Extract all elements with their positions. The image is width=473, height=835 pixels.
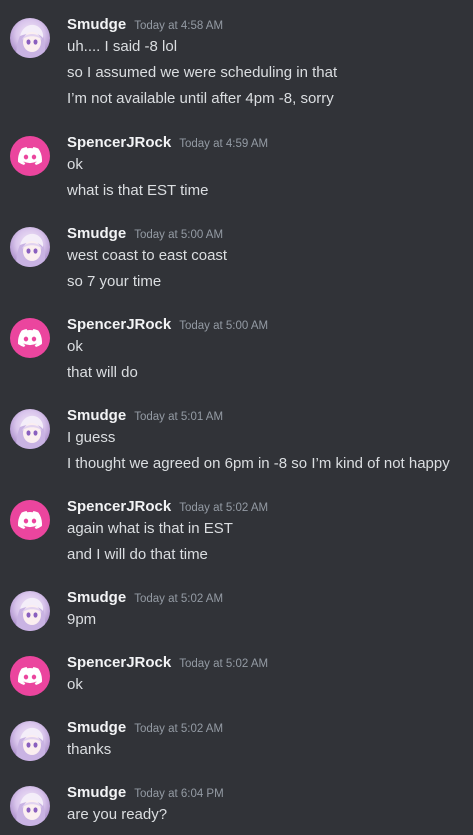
message-text: ok [67,156,83,173]
discord-logo-icon [18,511,42,529]
message-header: Smudge Today at 5:02 AM [67,589,223,609]
author-name[interactable]: Smudge [67,589,126,606]
author-name[interactable]: Smudge [67,407,126,424]
message-header: SpencerJRock Today at 4:59 AM [67,134,268,154]
timestamp[interactable]: Today at 5:01 AM [134,411,223,423]
message-text: that will do [67,364,138,381]
author-name[interactable]: SpencerJRock [67,134,171,151]
author-name[interactable]: SpencerJRock [67,498,171,515]
message-text: 9pm [67,611,97,628]
timestamp[interactable]: Today at 5:00 AM [134,229,223,241]
timestamp[interactable]: Today at 5:02 AM [134,723,223,735]
discord-logo-icon [18,667,42,685]
author-name[interactable]: SpencerJRock [67,654,171,671]
user-avatar[interactable] [10,409,50,449]
anime-avatar-icon [16,415,46,449]
message-text: thanks [67,741,112,758]
message-text: I thought we agreed on 6pm in -8 so I’m … [67,455,450,472]
timestamp[interactable]: Today at 5:02 AM [134,593,223,605]
user-avatar[interactable] [10,227,50,267]
user-avatar[interactable] [10,500,50,540]
user-avatar[interactable] [10,656,50,696]
author-name[interactable]: Smudge [67,719,126,736]
user-avatar[interactable] [10,136,50,176]
message-text: uh.... I said -8 lol [67,38,178,55]
anime-avatar-icon [16,24,46,58]
timestamp[interactable]: Today at 6:04 PM [134,788,224,800]
timestamp[interactable]: Today at 5:00 AM [179,320,268,332]
discord-logo-icon [18,147,42,165]
message-text: so I assumed we were scheduling in that [67,64,338,81]
message-header: SpencerJRock Today at 5:02 AM [67,654,268,674]
timestamp[interactable]: Today at 4:58 AM [134,20,223,32]
message-header: Smudge Today at 5:01 AM [67,407,223,427]
message-text: ok [67,338,83,355]
message-header: Smudge Today at 5:00 AM [67,225,223,245]
discord-logo-icon [18,329,42,347]
anime-avatar-icon [16,792,46,826]
user-avatar[interactable] [10,721,50,761]
user-avatar[interactable] [10,318,50,358]
author-name[interactable]: Smudge [67,16,126,33]
message-text: I’m not available until after 4pm -8, so… [67,90,334,107]
author-name[interactable]: SpencerJRock [67,316,171,333]
message-text: so 7 your time [67,273,162,290]
message-header: Smudge Today at 4:58 AM [67,16,223,36]
message-header: SpencerJRock Today at 5:00 AM [67,316,268,336]
message-header: SpencerJRock Today at 5:02 AM [67,498,268,518]
timestamp[interactable]: Today at 5:02 AM [179,658,268,670]
message-text: I guess [67,429,116,446]
user-avatar[interactable] [10,591,50,631]
message-header: Smudge Today at 5:02 AM [67,719,223,739]
author-name[interactable]: Smudge [67,225,126,242]
anime-avatar-icon [16,597,46,631]
timestamp[interactable]: Today at 4:59 AM [179,138,268,150]
message-text: what is that EST time [67,182,209,199]
timestamp[interactable]: Today at 5:02 AM [179,502,268,514]
anime-avatar-icon [16,233,46,267]
message-text: west coast to east coast [67,247,228,264]
message-text: ok [67,676,83,693]
author-name[interactable]: Smudge [67,784,126,801]
message-header: Smudge Today at 6:04 PM [67,784,224,804]
user-avatar[interactable] [10,786,50,826]
anime-avatar-icon [16,727,46,761]
message-text: are you ready? [67,806,168,823]
message-text: and I will do that time [67,546,208,563]
user-avatar[interactable] [10,18,50,58]
message-text: again what is that in EST [67,520,233,537]
